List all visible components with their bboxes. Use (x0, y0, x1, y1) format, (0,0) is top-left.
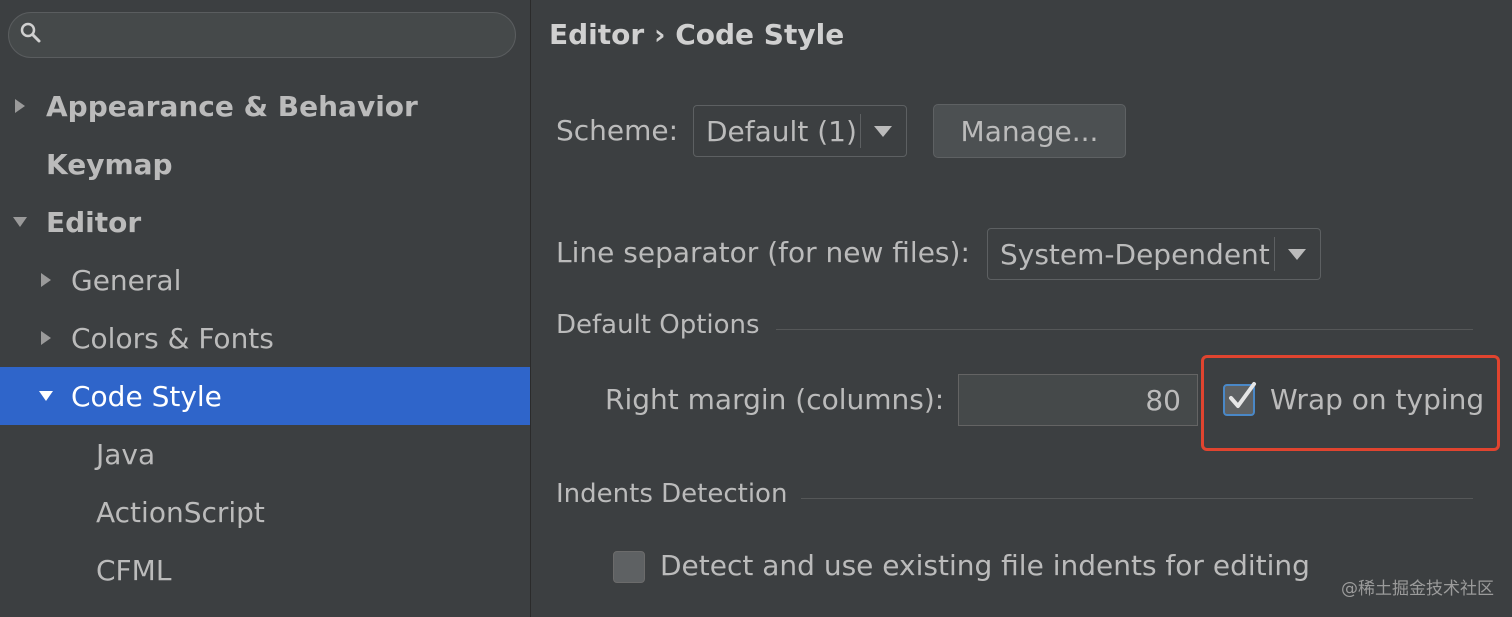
tree-item-label: Colors & Fonts (71, 321, 274, 355)
watermark: @稀土掘金技术社区 (1341, 579, 1494, 599)
right-margin-value: 80 (1145, 384, 1181, 417)
manage-button[interactable]: Manage... (933, 104, 1126, 158)
indents-detection-title: Indents Detection (556, 479, 788, 509)
search-box[interactable] (8, 12, 516, 58)
tree-item-appearance-behavior[interactable]: Appearance & Behavior (0, 77, 530, 135)
group-divider (801, 498, 1473, 499)
settings-sidebar: Appearance & Behavior Keymap Editor Gene… (0, 0, 531, 617)
right-margin-field[interactable]: 80 (958, 374, 1198, 426)
collapse-arrow-icon[interactable] (39, 391, 53, 401)
dropdown-separator (1274, 237, 1275, 271)
tree-item-editor[interactable]: Editor (0, 193, 530, 251)
tree-item-label: Java (96, 437, 156, 471)
tree-item-label: ActionScript (96, 495, 265, 529)
tree-item-label: Editor (46, 205, 142, 239)
wrap-on-typing-label[interactable]: Wrap on typing (1270, 383, 1484, 416)
search-icon (20, 22, 41, 43)
line-separator-label: Line separator (for new files): (556, 236, 970, 269)
dropdown-separator (860, 114, 861, 148)
breadcrumb: Editor › Code Style (549, 18, 845, 51)
detect-indents-label[interactable]: Detect and use existing file indents for… (660, 549, 1310, 582)
scheme-value: Default (1) (706, 115, 857, 148)
tree-item-general[interactable]: General (0, 251, 530, 309)
expand-arrow-icon[interactable] (15, 99, 25, 113)
code-style-panel: Editor › Code Style Scheme: Default (1) … (531, 0, 1512, 617)
wrap-on-typing-checkbox[interactable] (1223, 382, 1256, 416)
default-options-title: Default Options (556, 310, 760, 340)
tree-item-label: Appearance & Behavior (46, 89, 418, 123)
scheme-label: Scheme: (556, 114, 679, 147)
tree-item-label: Keymap (46, 147, 173, 181)
collapse-arrow-icon[interactable] (13, 217, 27, 227)
tree-item-cfml[interactable]: CFML (0, 541, 530, 599)
line-separator-value: System-Dependent (1000, 238, 1270, 271)
checkmark-icon (1229, 382, 1256, 408)
scheme-dropdown[interactable]: Default (1) (693, 105, 907, 157)
chevron-down-icon[interactable] (1288, 249, 1306, 260)
line-separator-dropdown[interactable]: System-Dependent (987, 228, 1321, 280)
chevron-down-icon[interactable] (874, 126, 892, 137)
tree-item-code-style[interactable]: Code Style (0, 367, 530, 425)
tree-item-keymap[interactable]: Keymap (0, 135, 530, 193)
search-input[interactable] (49, 19, 503, 53)
group-divider (776, 329, 1473, 330)
tree-item-java[interactable]: Java (0, 425, 530, 483)
tree-item-label: Code Style (71, 379, 222, 413)
tree-item-actionscript[interactable]: ActionScript (0, 483, 530, 541)
detect-indents-checkbox[interactable] (613, 551, 645, 583)
expand-arrow-icon[interactable] (41, 273, 51, 287)
right-margin-label: Right margin (columns): (605, 383, 945, 416)
tree-item-label: General (71, 263, 182, 297)
tree-item-colors-fonts[interactable]: Colors & Fonts (0, 309, 530, 367)
expand-arrow-icon[interactable] (41, 331, 51, 345)
tree-item-label: CFML (96, 553, 172, 587)
